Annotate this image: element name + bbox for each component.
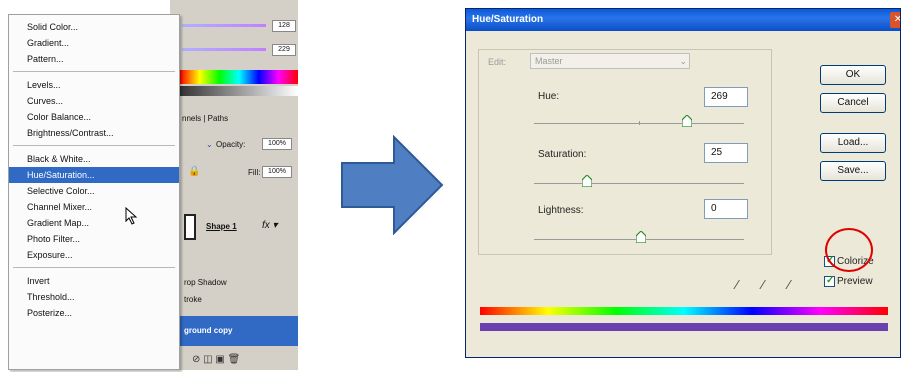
menu-item-levels[interactable]: Levels... [9,77,179,93]
menu-item-gradient[interactable]: Gradient... [9,35,179,51]
lightness-label: Lightness: [538,205,584,216]
preview-checkbox[interactable]: ✓ Preview [824,275,873,289]
menu-item-curves[interactable]: Curves... [9,93,179,109]
preview-check-box[interactable]: ✓ [824,274,835,287]
menu-separator [13,71,175,72]
lightness-input[interactable]: 0 [704,199,748,219]
menu-item-brightness-contrast[interactable]: Brightness/Contrast... [9,125,179,141]
eyedropper-icon[interactable]: ⁄ [736,277,738,292]
fill-input[interactable]: 100% [262,166,292,178]
saturation-slider-track[interactable] [534,183,744,184]
opacity-input[interactable]: 100% [262,138,292,150]
edit-select[interactable]: Master ⌄ [530,53,690,69]
highlight-circle [825,228,873,272]
hue-saturation-dialog: Hue/Saturation ✕ Edit: Master ⌄ Hue: 269… [465,8,901,358]
output-color-bar [480,323,888,331]
menu-item-exposure[interactable]: Exposure... [9,247,179,263]
opacity-label: Opacity: [216,140,246,149]
blend-dropdown-chevron-icon[interactable]: ⌄ [206,140,213,149]
menu-item-pattern[interactable]: Pattern... [9,51,179,67]
title-bar[interactable]: Hue/Saturation ✕ [466,9,900,31]
menu-item-channel-mixer[interactable]: Channel Mixer... [9,199,179,215]
menu-item-solid-color[interactable]: Solid Color... [9,19,179,35]
color-slider-1[interactable] [182,24,266,27]
menu-item-gradient-map[interactable]: Gradient Map... [9,215,179,231]
slider-value-1[interactable]: 128 [272,20,296,32]
hue-input[interactable]: 269 [704,87,748,107]
saturation-label: Saturation: [538,149,587,160]
menu-item-hue-saturation[interactable]: Hue/Saturation... [9,167,179,183]
eyedropper-minus-icon[interactable]: ⁄ [788,277,790,292]
right-arrow-icon [341,135,444,235]
color-slider-2[interactable] [182,48,266,51]
layer-name[interactable]: Shape 1 [206,222,237,231]
menu-separator [13,145,175,146]
preview-label: Preview [837,276,873,287]
cancel-button[interactable]: Cancel [820,93,886,113]
save-button[interactable]: Save... [820,161,886,181]
input-color-spectrum [480,307,888,315]
adjustment-menu: Solid Color... Gradient... Pattern... Le… [8,14,180,370]
hue-label: Hue: [538,91,560,102]
edit-select-value: Master [535,56,563,66]
photoshop-menu-screenshot: 128 229 nnels | Paths ⌄ Opacity: 100% 🔒 … [0,0,300,372]
load-button[interactable]: Load... [820,133,886,153]
eyedropper-plus-icon[interactable]: ⁄ [762,277,764,292]
lock-icon[interactable]: 🔒 [188,166,200,177]
layer-toolbar-icons[interactable]: ⊘ ◫ ▣ 🗑 [192,354,240,365]
close-icon[interactable]: ✕ [890,12,900,28]
saturation-input[interactable]: 25 [704,143,748,163]
panel-tabs[interactable]: nnels | Paths [182,114,228,123]
menu-item-photo-filter[interactable]: Photo Filter... [9,231,179,247]
menu-item-black-white[interactable]: Black & White... [9,151,179,167]
fx-icon[interactable]: fx ▾ [262,220,278,231]
dialog-title: Hue/Saturation [472,14,544,25]
lightness-slider-thumb[interactable] [636,231,646,243]
menu-item-threshold[interactable]: Threshold... [9,289,179,305]
hue-slider-thumb[interactable] [682,115,692,127]
shape-thumbnail[interactable] [184,214,196,240]
slider-value-2[interactable]: 229 [272,44,296,56]
menu-item-selective-color[interactable]: Selective Color... [9,183,179,199]
chevron-down-icon: ⌄ [679,56,687,66]
saturation-slider-thumb[interactable] [582,175,592,187]
effect-drop-shadow[interactable]: rop Shadow [180,275,298,291]
mouse-pointer-icon [125,207,138,225]
edit-label: Edit: [488,57,507,67]
menu-item-invert[interactable]: Invert [9,273,179,289]
ok-button[interactable]: OK [820,65,886,85]
effect-stroke[interactable]: troke [180,292,298,308]
menu-item-color-balance[interactable]: Color Balance... [9,109,179,125]
gray-ramp[interactable] [180,86,298,96]
color-ramp[interactable] [180,70,298,84]
hue-slider-tick [639,121,640,125]
checkmark-icon: ✓ [826,274,835,286]
fill-label: Fill: [248,168,261,177]
menu-separator [13,267,175,268]
menu-item-posterize[interactable]: Posterize... [9,305,179,321]
selected-layer-row[interactable]: ground copy [180,316,298,346]
